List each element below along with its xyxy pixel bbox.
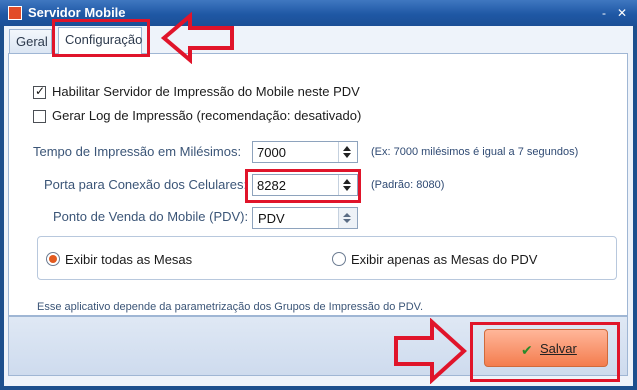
print-time-hint: (Ex: 7000 milésimos é igual a 7 segundos… bbox=[371, 146, 579, 158]
port-hint: (Padrão: 8080) bbox=[371, 179, 445, 191]
checkmark-icon: ✓ bbox=[35, 84, 46, 98]
tab-geral[interactable]: Geral bbox=[9, 29, 52, 53]
radio-selected-dot bbox=[49, 255, 57, 263]
print-time-stepper[interactable] bbox=[252, 141, 358, 163]
enable-server-checkbox[interactable]: ✓ bbox=[33, 84, 46, 99]
tab-configuracao[interactable]: Configuração bbox=[58, 27, 142, 54]
pdv-select[interactable]: PDV bbox=[252, 207, 358, 229]
radio-pdv-tables-label[interactable]: Exibir apenas as Mesas do PDV bbox=[351, 252, 537, 267]
print-time-input[interactable] bbox=[253, 142, 345, 162]
minimize-button[interactable]: ‑ bbox=[596, 5, 612, 21]
tables-radio-group: Exibir todas as Mesas Exibir apenas as M… bbox=[37, 236, 617, 280]
right-arrow-annotation bbox=[394, 318, 467, 384]
arrow-down-icon[interactable] bbox=[343, 153, 351, 158]
highlight-save-button bbox=[470, 322, 620, 382]
pdv-select-value: PDV bbox=[258, 211, 285, 226]
log-checkbox[interactable] bbox=[33, 110, 46, 123]
print-time-label: Tempo de Impressão em Milésimos: bbox=[33, 144, 242, 159]
port-label: Porta para Conexão dos Celulares: bbox=[44, 177, 248, 192]
app-icon bbox=[8, 6, 22, 20]
log-label[interactable]: Gerar Log de Impressão (recomendação: de… bbox=[52, 108, 361, 123]
close-button[interactable]: ✕ bbox=[614, 5, 630, 21]
arrow-up-icon[interactable] bbox=[343, 146, 351, 151]
window-title: Servidor Mobile bbox=[28, 5, 126, 20]
arrow-up-icon bbox=[343, 213, 351, 217]
radio-all-tables[interactable] bbox=[46, 252, 60, 266]
radio-pdv-tables[interactable] bbox=[332, 252, 346, 266]
print-time-spin-buttons[interactable] bbox=[338, 142, 357, 162]
radio-all-tables-label[interactable]: Exibir todas as Mesas bbox=[65, 252, 192, 267]
enable-server-label[interactable]: Habilitar Servidor de Impressão do Mobil… bbox=[52, 84, 360, 99]
highlight-port-field bbox=[245, 169, 361, 203]
pdv-label: Ponto de Venda do Mobile (PDV): bbox=[53, 209, 249, 224]
arrow-down-icon bbox=[343, 219, 351, 223]
left-arrow-annotation bbox=[160, 12, 234, 64]
pdv-select-button[interactable] bbox=[338, 208, 357, 228]
dependency-note: Esse aplicativo depende da parametrizaçã… bbox=[37, 301, 424, 313]
